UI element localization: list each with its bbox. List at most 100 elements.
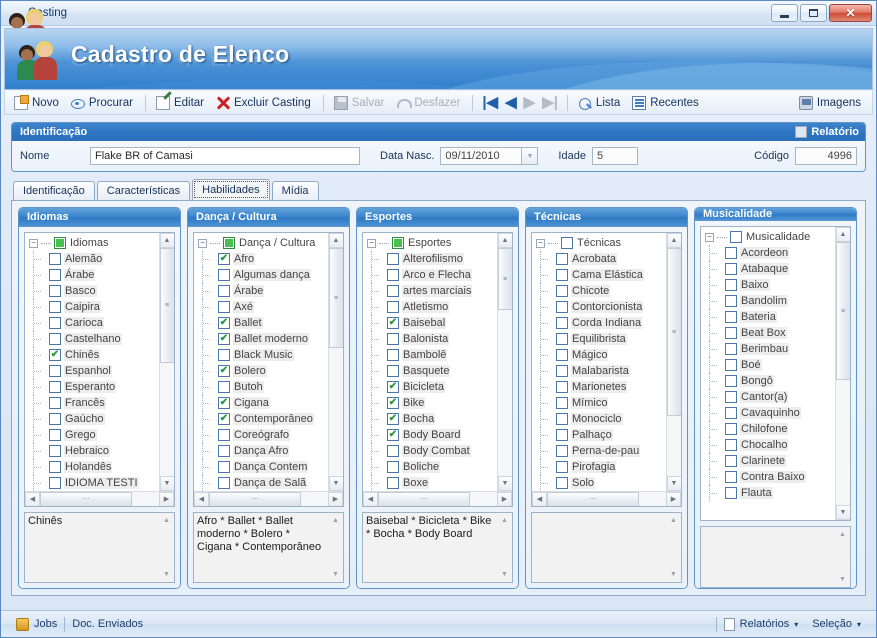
scroll-left-icon[interactable]: ◀ (25, 491, 40, 506)
scroll-track[interactable]: ≡ (497, 248, 512, 476)
tree-item[interactable]: Mágico (536, 347, 666, 363)
item-checkbox[interactable] (725, 471, 737, 483)
item-checkbox[interactable] (725, 343, 737, 355)
tree-item[interactable]: Dança de Salã (198, 475, 328, 491)
toolbar-imagens-button[interactable]: Imagens (794, 93, 868, 113)
item-checkbox[interactable] (725, 391, 737, 403)
scroll-thumb-h[interactable]: ⋯ (209, 491, 301, 506)
item-checkbox[interactable] (387, 269, 399, 281)
item-checkbox[interactable] (218, 429, 230, 441)
scroll-thumb-h[interactable]: ⋯ (547, 491, 639, 506)
item-checkbox[interactable] (387, 477, 399, 489)
item-checkbox[interactable] (49, 253, 61, 265)
item-checkbox[interactable] (49, 349, 61, 361)
toolbar-desfazer-button[interactable]: Desfazer (391, 93, 467, 113)
tree-item[interactable]: Ballet moderno (198, 331, 328, 347)
idade-input[interactable]: 5 (591, 147, 638, 165)
item-checkbox[interactable] (387, 445, 399, 457)
scroll-thumb[interactable]: ≡ (159, 248, 174, 363)
scroll-track[interactable]: ≡ (835, 242, 850, 505)
item-checkbox[interactable] (218, 445, 230, 457)
item-checkbox[interactable] (387, 397, 399, 409)
report-checkbox-container[interactable]: Relatório (795, 126, 859, 138)
chevron-down-icon[interactable]: ▼ (522, 147, 539, 165)
tree-item[interactable]: Contra Baixo (705, 469, 835, 485)
tree-item[interactable]: Árabe (29, 267, 159, 283)
status-relatorios-button[interactable]: Relatórios ▾ (717, 617, 806, 631)
collapse-icon[interactable]: − (367, 238, 376, 248)
tree-item[interactable]: Chocalho (705, 437, 835, 453)
tree-item[interactable]: Body Board (367, 427, 497, 443)
item-checkbox[interactable] (218, 301, 230, 313)
item-checkbox[interactable] (725, 311, 737, 323)
item-checkbox[interactable] (49, 381, 61, 393)
item-checkbox[interactable] (49, 333, 61, 345)
musicalidade-tree[interactable]: − Musicalidade Acordeon Atabaque Baixo B… (700, 226, 851, 521)
item-checkbox[interactable] (49, 285, 61, 297)
tree-item[interactable]: Monociclo (536, 411, 666, 427)
toolbar-procurar-button[interactable]: Procurar (66, 93, 140, 113)
idiomas-summary-scrollbar[interactable]: ▲ ▼ (159, 513, 174, 582)
tree-item[interactable]: Atabaque (705, 261, 835, 277)
tree-item[interactable]: Marionetes (536, 379, 666, 395)
item-checkbox[interactable] (49, 445, 61, 457)
tree-item[interactable]: Gaúcho (29, 411, 159, 427)
item-checkbox[interactable] (218, 317, 230, 329)
tree-root-node[interactable]: − Musicalidade (705, 229, 835, 245)
scroll-track[interactable]: ≡ (666, 248, 681, 476)
item-checkbox[interactable] (49, 477, 61, 489)
scroll-down-icon[interactable]: ▼ (328, 567, 343, 582)
scroll-track[interactable] (835, 542, 850, 572)
tree-item[interactable]: Bolero (198, 363, 328, 379)
scroll-right-icon[interactable]: ▶ (159, 491, 174, 506)
scroll-thumb[interactable]: ≡ (666, 248, 681, 416)
item-checkbox[interactable] (725, 423, 737, 435)
item-checkbox[interactable] (556, 285, 568, 297)
tree-item[interactable]: Bocha (367, 411, 497, 427)
scroll-track-h[interactable]: ⋯ (547, 491, 666, 506)
scroll-track-h[interactable]: ⋯ (40, 491, 159, 506)
tecnicas-horizontal-scrollbar[interactable]: ◀ ⋯ ▶ (532, 491, 681, 506)
tecnicas-summary-box[interactable]: ▲ ▼ (531, 512, 682, 583)
danca-horizontal-scrollbar[interactable]: ◀ ⋯ ▶ (194, 491, 343, 506)
scroll-up-icon[interactable]: ▲ (497, 233, 512, 248)
item-checkbox[interactable] (218, 477, 230, 489)
esportes-vertical-scrollbar[interactable]: ▲ ≡ ▼ (497, 233, 512, 491)
tree-item[interactable]: Black Music (198, 347, 328, 363)
tree-item[interactable]: Esperanto (29, 379, 159, 395)
item-checkbox[interactable] (725, 439, 737, 451)
item-checkbox[interactable] (556, 269, 568, 281)
item-checkbox[interactable] (556, 397, 568, 409)
nav-prev-button[interactable]: ◀ (505, 95, 517, 110)
root-checkbox[interactable] (730, 231, 742, 243)
item-checkbox[interactable] (218, 333, 230, 345)
item-checkbox[interactable] (218, 269, 230, 281)
scroll-thumb[interactable]: ≡ (328, 248, 343, 348)
tree-item[interactable]: Bambolê (367, 347, 497, 363)
tree-item[interactable]: Coreógrafo (198, 427, 328, 443)
tree-item[interactable]: Bicicleta (367, 379, 497, 395)
item-checkbox[interactable] (49, 301, 61, 313)
tree-item[interactable]: Body Combat (367, 443, 497, 459)
scroll-track-h[interactable]: ⋯ (209, 491, 328, 506)
tree-item[interactable]: Axé (198, 299, 328, 315)
tab-caracteristicas[interactable]: Características (96, 181, 191, 200)
tab-identificacao[interactable]: Identificação (13, 181, 95, 200)
item-checkbox[interactable] (49, 429, 61, 441)
item-checkbox[interactable] (49, 269, 61, 281)
item-checkbox[interactable] (725, 327, 737, 339)
tree-item[interactable]: Hebraico (29, 443, 159, 459)
scroll-up-icon[interactable]: ▲ (835, 227, 850, 242)
item-checkbox[interactable] (387, 381, 399, 393)
tree-item[interactable]: Caipira (29, 299, 159, 315)
scroll-down-icon[interactable]: ▼ (835, 505, 850, 520)
collapse-icon[interactable]: − (29, 238, 38, 248)
nav-next-button[interactable]: ▶ (524, 95, 536, 110)
item-checkbox[interactable] (387, 349, 399, 361)
tree-item[interactable]: Boé (705, 357, 835, 373)
scroll-up-icon[interactable]: ▲ (666, 513, 681, 528)
scroll-down-icon[interactable]: ▼ (835, 572, 850, 587)
musicalidade-summary-scrollbar[interactable]: ▲ ▼ (835, 527, 850, 587)
item-checkbox[interactable] (387, 317, 399, 329)
tree-item[interactable]: Basquete (367, 363, 497, 379)
